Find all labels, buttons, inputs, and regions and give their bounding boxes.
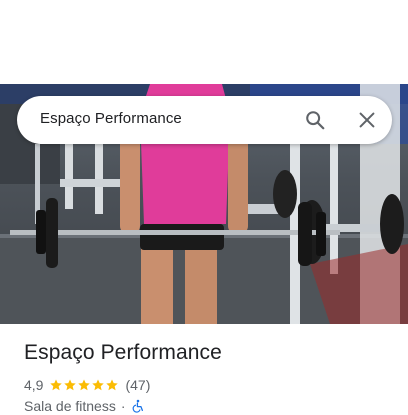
place-title: Espaço Performance	[24, 341, 222, 364]
search-bar[interactable]: Espaço Performance	[17, 96, 392, 144]
category-row: Sala de fitness ·	[24, 397, 145, 415]
search-icon[interactable]	[304, 109, 326, 131]
star-icon	[78, 379, 91, 391]
star-icon	[50, 379, 63, 391]
rating-value: 4,9	[24, 377, 44, 393]
map-top-area	[0, 0, 408, 84]
place-category: Sala de fitness	[24, 398, 116, 414]
star-icon	[64, 379, 77, 391]
rating-row[interactable]: 4,9 (47)	[24, 376, 150, 394]
review-count[interactable]: (47)	[125, 377, 150, 393]
star-icon	[106, 379, 119, 391]
close-icon[interactable]	[356, 109, 378, 131]
star-rating	[49, 378, 119, 392]
wheelchair-icon	[132, 399, 143, 413]
search-input[interactable]: Espaço Performance	[40, 110, 182, 127]
separator-dot: ·	[120, 398, 126, 414]
star-icon	[92, 379, 105, 391]
